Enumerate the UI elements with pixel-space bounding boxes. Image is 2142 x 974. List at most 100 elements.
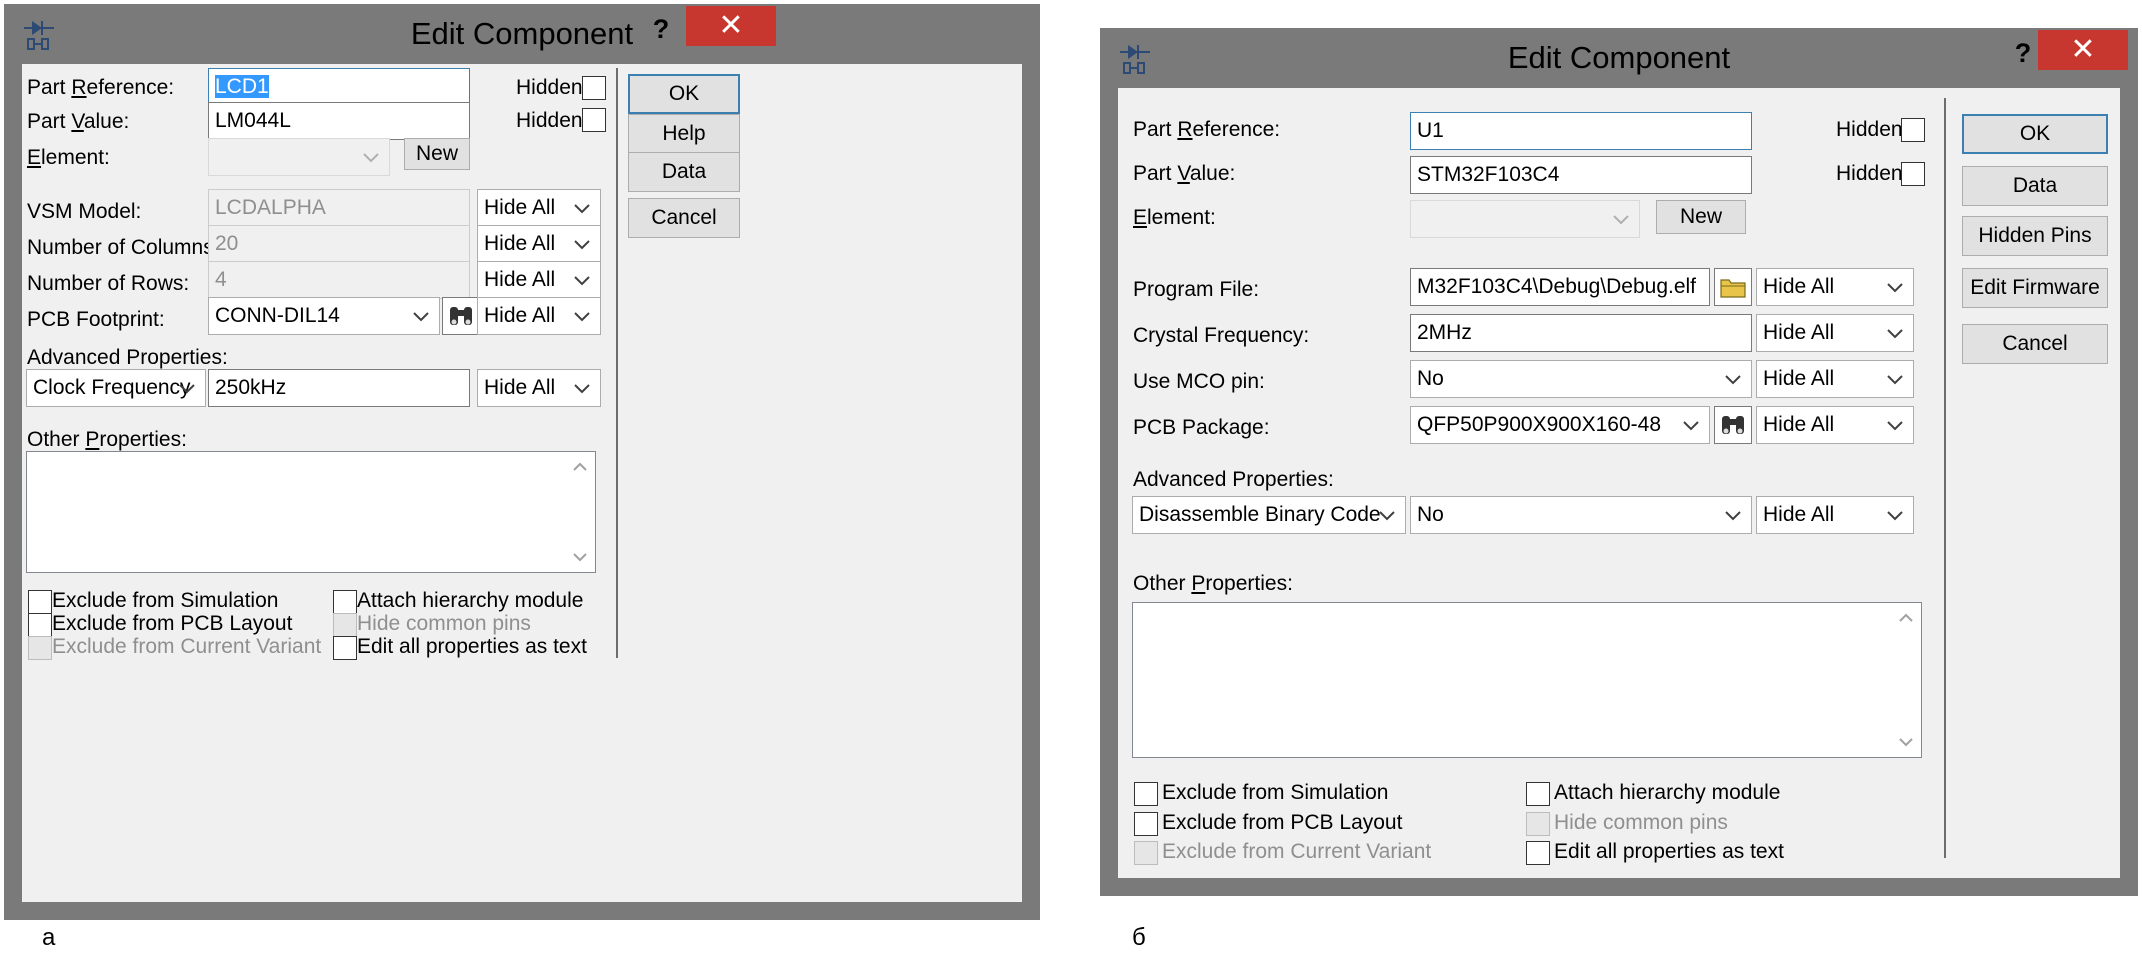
browse-program-button[interactable] xyxy=(1714,268,1752,306)
exclude-pcb-checkbox[interactable] xyxy=(28,613,52,637)
edit-firmware-button[interactable]: Edit Firmware xyxy=(1962,268,2108,308)
chevron-down-icon xyxy=(1681,415,1701,435)
hide-common-pins-checkbox[interactable] xyxy=(333,613,357,637)
exclude-pcb-label: Exclude from PCB Layout xyxy=(52,612,293,635)
scroll-up-icon[interactable] xyxy=(569,456,591,478)
attach-hierarchy-checkbox[interactable] xyxy=(333,590,357,614)
part-value-label: Part Value: xyxy=(27,110,130,133)
edit-as-text-label: Edit all properties as text xyxy=(1554,840,1784,863)
data-button[interactable]: Data xyxy=(628,152,740,192)
advanced-properties-label: Advanced Properties: xyxy=(1133,468,1334,491)
new-element-button[interactable]: New xyxy=(1656,200,1746,234)
scroll-down-icon[interactable] xyxy=(1895,731,1917,753)
help-question-button[interactable]: ? xyxy=(646,12,676,46)
advanced-property-value-input[interactable]: 250kHz xyxy=(208,369,470,407)
hidden-pins-button[interactable]: Hidden Pins xyxy=(1962,216,2108,256)
edit-as-text-checkbox[interactable] xyxy=(333,636,357,660)
advanced-property-select[interactable]: Disassemble Binary Code xyxy=(1132,496,1406,534)
help-question-button[interactable]: ? xyxy=(2008,36,2038,70)
exclude-pcb-checkbox[interactable] xyxy=(1134,812,1158,836)
advanced-property-select[interactable]: Clock Frequency xyxy=(26,369,206,407)
exclude-variant-checkbox[interactable] xyxy=(28,636,52,660)
caption-a: а xyxy=(42,924,56,951)
chevron-down-icon xyxy=(1377,505,1397,525)
rows-visibility-select[interactable]: Hide All xyxy=(477,261,601,299)
advanced-property-value-select[interactable]: No xyxy=(1410,496,1752,534)
data-button[interactable]: Data xyxy=(1962,166,2108,206)
part-reference-hidden-checkbox[interactable] xyxy=(1901,118,1925,142)
pcb-footprint-select[interactable]: CONN-DIL14 xyxy=(208,297,440,335)
chevron-down-icon xyxy=(177,378,197,398)
exclude-variant-checkbox[interactable] xyxy=(1134,841,1158,865)
element-select[interactable] xyxy=(208,138,390,176)
element-label: Element: xyxy=(1133,206,1216,229)
part-reference-value: LCD1 xyxy=(215,75,269,98)
program-file-visibility-select[interactable]: Hide All xyxy=(1756,268,1914,306)
new-element-button[interactable]: New xyxy=(404,138,470,170)
other-properties-label: Other Properties: xyxy=(27,428,187,451)
exclude-simulation-checkbox[interactable] xyxy=(1134,782,1158,806)
part-reference-hidden-checkbox[interactable] xyxy=(582,76,606,100)
scroll-down-icon[interactable] xyxy=(569,546,591,568)
cancel-button[interactable]: Cancel xyxy=(1962,324,2108,364)
element-label: Element: xyxy=(27,146,110,169)
part-value-input[interactable]: STM32F103C4 xyxy=(1410,156,1752,194)
part-reference-input[interactable]: U1 xyxy=(1410,112,1752,150)
chevron-down-icon xyxy=(572,270,592,290)
other-properties-textarea[interactable] xyxy=(26,451,596,573)
other-properties-textarea[interactable] xyxy=(1132,602,1922,758)
close-button[interactable]: ✕ xyxy=(686,6,776,46)
chevron-down-icon xyxy=(1885,369,1905,389)
mco-visibility-select[interactable]: Hide All xyxy=(1756,360,1914,398)
pcb-package-select[interactable]: QFP50P900X900X160-48 xyxy=(1410,406,1710,444)
browse-package-button[interactable] xyxy=(1714,406,1752,444)
columns-input[interactable]: 20 xyxy=(208,225,470,263)
ok-button[interactable]: OK xyxy=(1962,114,2108,154)
use-mco-pin-label: Use MCO pin: xyxy=(1133,370,1265,393)
chevron-down-icon xyxy=(1885,505,1905,525)
exclude-simulation-checkbox[interactable] xyxy=(28,590,52,614)
hide-common-pins-checkbox[interactable] xyxy=(1526,812,1550,836)
caption-b: б xyxy=(1132,924,1146,951)
crystal-visibility-select[interactable]: Hide All xyxy=(1756,314,1914,352)
other-properties-label: Other Properties: xyxy=(1133,572,1293,595)
element-select[interactable] xyxy=(1410,200,1640,238)
edit-as-text-checkbox[interactable] xyxy=(1526,841,1550,865)
advanced-visibility-select[interactable]: Hide All xyxy=(477,369,601,407)
vsm-model-label: VSM Model: xyxy=(27,200,142,223)
browse-footprint-button[interactable] xyxy=(442,297,480,335)
program-file-input[interactable]: M32F103C4\Debug\Debug.elf xyxy=(1410,268,1710,306)
title-bar[interactable]: Edit Component ? ✕ xyxy=(1100,28,2138,88)
help-button[interactable]: Help xyxy=(628,114,740,154)
vsm-model-input[interactable]: LCDALPHA xyxy=(208,189,470,227)
part-reference-input[interactable]: LCD1 xyxy=(208,68,470,106)
advanced-visibility-select[interactable]: Hide All xyxy=(1756,496,1914,534)
crystal-frequency-input[interactable]: 2MHz xyxy=(1410,314,1752,352)
chevron-down-icon xyxy=(1723,369,1743,389)
title-bar[interactable]: Edit Component ? ✕ xyxy=(4,4,1040,64)
part-value-input[interactable]: LM044L xyxy=(208,102,470,140)
chevron-down-icon xyxy=(1611,209,1631,229)
exclude-simulation-label: Exclude from Simulation xyxy=(52,589,279,612)
part-value-hidden-checkbox[interactable] xyxy=(1901,162,1925,186)
dialog-title: Edit Component xyxy=(410,16,634,51)
program-file-value: M32F103C4\Debug\Debug.elf xyxy=(1417,275,1697,298)
pcb-package-label: PCB Package: xyxy=(1133,416,1270,439)
part-reference-hidden-label: Hidden: xyxy=(516,76,589,99)
attach-hierarchy-checkbox[interactable] xyxy=(1526,782,1550,806)
use-mco-pin-select[interactable]: No xyxy=(1410,360,1752,398)
rows-input[interactable]: 4 xyxy=(208,261,470,299)
ok-button[interactable]: OK xyxy=(628,74,740,114)
pcb-package-visibility-select[interactable]: Hide All xyxy=(1756,406,1914,444)
close-button[interactable]: ✕ xyxy=(2038,30,2128,70)
edit-as-text-label: Edit all properties as text xyxy=(357,635,587,658)
chevron-down-icon xyxy=(572,198,592,218)
cancel-button[interactable]: Cancel xyxy=(628,198,740,238)
exclude-simulation-label: Exclude from Simulation xyxy=(1162,781,1389,804)
part-value-hidden-checkbox[interactable] xyxy=(582,108,606,132)
vsm-model-visibility-select[interactable]: Hide All xyxy=(477,189,601,227)
scroll-up-icon[interactable] xyxy=(1895,607,1917,629)
pcb-footprint-visibility-select[interactable]: Hide All xyxy=(477,297,601,335)
exclude-pcb-label: Exclude from PCB Layout xyxy=(1162,811,1403,834)
columns-visibility-select[interactable]: Hide All xyxy=(477,225,601,263)
